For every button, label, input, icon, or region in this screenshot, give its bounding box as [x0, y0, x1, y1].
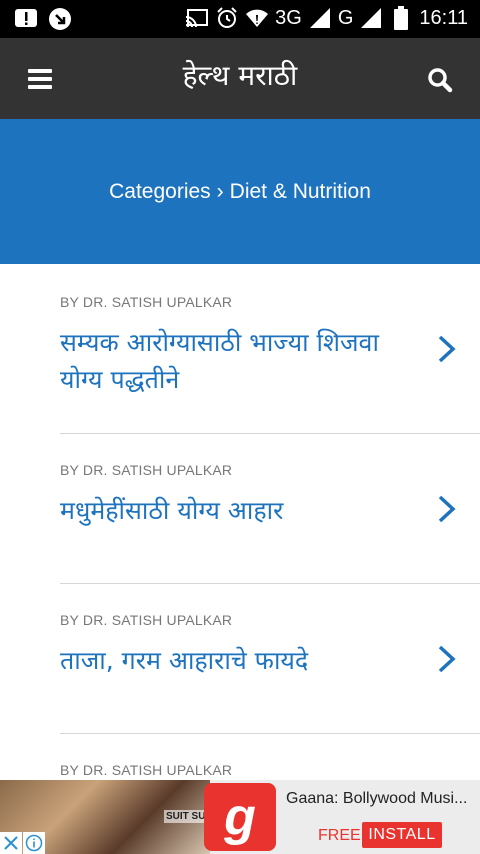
- download-notification-icon: [48, 7, 72, 31]
- close-icon: [4, 836, 18, 850]
- gaana-logo[interactable]: g: [204, 783, 276, 851]
- chevron-right-icon[interactable]: [436, 334, 458, 364]
- chevron-right-icon[interactable]: [436, 494, 458, 524]
- ad-close-button[interactable]: [0, 832, 22, 854]
- battery-icon: [389, 6, 413, 30]
- ad-image-caption: SUIT SU: [164, 810, 208, 823]
- article-byline: BY DR. SATISH UPALKAR: [60, 462, 233, 478]
- breadcrumb: Categories › Diet & Nutrition: [109, 180, 371, 204]
- article-title[interactable]: सम्यक आरोग्यासाठी भाज्या शिजवा योग्य पद्…: [60, 324, 420, 398]
- article-byline: BY DR. SATISH UPALKAR: [60, 294, 233, 310]
- chevron-right-icon[interactable]: [436, 644, 458, 674]
- search-button[interactable]: [422, 62, 458, 98]
- breadcrumb-categories[interactable]: Categories: [109, 180, 211, 204]
- network-g-label: G: [337, 6, 354, 29]
- breadcrumb-separator: ›: [216, 179, 224, 203]
- ad-free-label: FREE: [318, 827, 361, 844]
- ad-banner[interactable]: SUIT SU g Gaana: Bollywood Musi... FREE …: [0, 780, 480, 854]
- app-bar: हेल्थ मराठी: [0, 38, 480, 119]
- clock: 16:11: [419, 6, 468, 29]
- signal-icon: [308, 6, 332, 30]
- ad-title[interactable]: Gaana: Bollywood Musi...: [286, 790, 467, 808]
- article-title[interactable]: ताजा, गरम आहाराचे फायदे: [60, 642, 420, 679]
- network-3g-label: 3G: [275, 6, 302, 29]
- cast-icon: [185, 6, 209, 30]
- list-item[interactable]: BY DR. SATISH UPALKAR मधुमेहींसाठी योग्य…: [60, 434, 480, 584]
- article-byline: BY DR. SATISH UPALKAR: [60, 762, 233, 778]
- search-icon: [428, 68, 453, 93]
- signal-icon-2: [359, 6, 383, 30]
- category-banner: Categories › Diet & Nutrition: [0, 119, 480, 264]
- article-title[interactable]: मधुमेहींसाठी योग्य आहार: [60, 492, 420, 529]
- system-status: 3G G 16:11: [185, 6, 468, 30]
- alert-notification-icon: [14, 7, 38, 31]
- breadcrumb-current: Diet & Nutrition: [229, 179, 371, 203]
- install-button[interactable]: INSTALL: [362, 822, 442, 848]
- article-list: BY DR. SATISH UPALKAR सम्यक आरोग्यासाठी …: [0, 264, 480, 794]
- article-byline: BY DR. SATISH UPALKAR: [60, 612, 233, 628]
- gaana-logo-letter: g: [224, 788, 256, 846]
- info-icon: [25, 834, 43, 852]
- alarm-icon: [215, 6, 239, 30]
- ad-info-button[interactable]: [23, 832, 45, 854]
- app-title: हेल्थ मराठी: [182, 59, 298, 92]
- wifi-icon: [245, 6, 269, 30]
- status-bar: 3G G 16:11: [0, 0, 480, 38]
- list-item[interactable]: BY DR. SATISH UPALKAR ताजा, गरम आहाराचे …: [60, 584, 480, 734]
- list-item[interactable]: BY DR. SATISH UPALKAR सम्यक आरोग्यासाठी …: [60, 264, 480, 434]
- notification-icons: [14, 7, 72, 31]
